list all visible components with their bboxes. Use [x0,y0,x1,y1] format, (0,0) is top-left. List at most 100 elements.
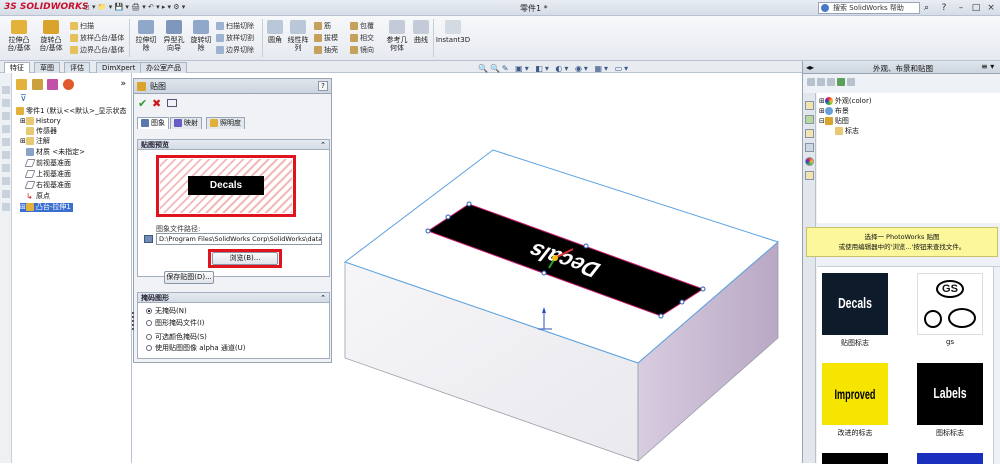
solidworks-logo[interactable]: 3S SOLIDWORKS [4,2,89,14]
plane-icon [24,170,36,178]
tree-item-sensors[interactable]: 传感器 [26,127,57,136]
sweep-cut-button[interactable]: 扫描切除 [216,20,254,32]
part-3d-view[interactable]: Decals [333,73,802,463]
instant3d-button[interactable]: Instant3D [434,20,472,44]
cancel-icon[interactable]: ✖ [152,97,161,110]
task-tab-view-palette[interactable] [805,143,814,152]
tab-dimxpert[interactable]: DimXpert [96,62,142,73]
maximize-button[interactable]: □ [970,2,982,14]
quick-access-toolbar[interactable]: ◻ ▾ 📁 ▾ 💾 ▾ 🖨 ▾ ↶ ▾ ▸ ▾ ⚙ ▾ [84,3,185,11]
decal-preview-text: Decals [188,176,264,195]
tile-gs[interactable]: GS [917,273,983,335]
tree-item-right-plane[interactable]: 右视基准面 [24,181,71,190]
feature-tree-icon[interactable] [16,79,27,90]
help-button[interactable]: ? [938,2,950,14]
tree-item-origin[interactable]: ↳ 原点 [26,192,50,201]
tree-item-material[interactable]: 材质 <未指定> [26,148,85,157]
tab-office-products[interactable]: 办公室产品 [140,62,187,73]
help-icon[interactable]: ? [318,81,328,91]
origin-icon: ↳ [26,192,33,201]
folder-icon [835,127,843,135]
hole-wizard-button[interactable]: 异型孔 向导 [160,20,188,52]
configuration-icon[interactable] [47,79,59,90]
close-button[interactable]: × [985,2,997,14]
decal-icon [137,82,146,91]
tile-labels[interactable]: Labels [917,363,983,425]
sweep-button[interactable]: 扫描 [70,20,124,32]
save-decal-button[interactable]: 保存贴图(D)... [164,271,214,284]
linear-pattern-button[interactable]: 线性阵 列 [286,20,310,52]
property-manager-icon[interactable] [31,79,43,90]
image-path-field[interactable]: D:\Program Files\SolidWorks Corp\SolidWo… [156,233,322,245]
extrude-cut-button[interactable]: 拉伸切 除 [132,20,160,52]
tab-evaluate[interactable]: 评估 [64,62,90,73]
tree-decals[interactable]: ⊟ 贴图 [819,117,849,126]
loft-cut-button[interactable]: 放样切割 [216,32,254,44]
gallery-scrollbar[interactable] [993,267,1000,464]
filter-icon[interactable]: ⊽ [20,94,27,104]
tree-item-history[interactable]: ⊞ History [20,117,61,126]
radio-color-mask[interactable]: 可选颜色掩码(S) [146,333,207,342]
ok-icon[interactable]: ✔ [138,97,147,110]
search-scope-icon[interactable] [821,4,829,12]
tab-illumination[interactable]: 照明度 [206,117,245,129]
heads-up-view-toolbar[interactable]: 🔍🔍✎ ▣▾ ◧▾ ◐▾ ◉▾ ▦▾ ▭▾ [478,64,630,73]
boundary-cut-button[interactable]: 边界切除 [216,44,254,56]
minimize-button[interactable]: – [955,2,967,14]
loft-boss-button[interactable]: 放样凸台/基体 [70,32,124,44]
task-tab-appearances[interactable] [805,157,814,166]
task-pane-toolbar[interactable] [807,77,997,87]
curves-button[interactable]: 曲线 [410,20,432,44]
task-tab-file-explorer[interactable] [805,129,814,138]
tree-item-boss-extrude[interactable]: ⊞ 凸台-拉伸1 [20,203,73,212]
tree-item-top-plane[interactable]: 上视基准面 [24,170,71,179]
wrap-button[interactable]: 包覆 [350,20,374,32]
shell-button[interactable]: 抽壳 [314,44,338,56]
intersect-button[interactable]: 相交 [350,32,374,44]
boundary-boss-button[interactable]: 边界凸台/基体 [70,44,124,56]
collapse-icon[interactable]: ⌃ [320,293,326,303]
search-input[interactable]: 搜索 SolidWorks 帮助 [818,2,920,14]
task-tab-custom-properties[interactable] [805,171,814,180]
tile-partial[interactable] [822,453,888,464]
tree-appearances[interactable]: ⊞ 外观(color) [819,97,872,106]
tree-scenes[interactable]: ⊞ 布景 [819,107,849,116]
back-icon[interactable]: ◂▸ [806,63,814,72]
close-pane-icon[interactable]: ≡ ▾ [981,62,994,71]
fillet-button[interactable]: 圆角 [264,20,286,44]
tree-item-front-plane[interactable]: 前视基准面 [24,159,71,168]
tab-mapping[interactable]: 映射 [170,117,202,129]
tile-decals[interactable]: Decals [822,273,888,335]
tree-root-part[interactable]: 零件1 (默认<<默认>_显示状态 [16,107,127,116]
radio-alpha-channel[interactable]: 使用贴图图像 alpha 通道(U) [146,344,245,353]
browse-button[interactable]: 浏览(B)... [212,252,278,265]
rib-button[interactable]: 筋 [314,20,338,32]
tab-sketch[interactable]: 草图 [34,62,60,73]
tab-image[interactable]: 图象 [137,117,169,129]
tree-logos[interactable]: 标志 [835,127,859,136]
graphics-area[interactable]: Decals [333,73,802,463]
collapse-icon[interactable]: ⌃ [320,140,326,150]
splitter-handle[interactable] [132,312,135,330]
task-tab-design-library[interactable] [805,115,814,124]
display-manager-icon[interactable] [62,79,74,90]
mirror-button[interactable]: 镜向 [350,44,374,56]
expand-icon[interactable]: » [120,79,126,89]
task-tab-resources[interactable] [805,101,814,110]
reference-geometry-button[interactable]: 参考几 何体 [384,20,410,52]
radio-no-mask[interactable]: 无掩码(N) [146,307,187,316]
draft-button[interactable]: 拔模 [314,32,338,44]
mask-group-header[interactable]: 掩码图形 ⌃ [137,292,330,303]
pushpin-icon[interactable] [167,99,177,107]
revolve-cut-button[interactable]: 旋转切 除 [188,20,214,52]
search-icon[interactable]: ⌕ [924,3,929,13]
tree-item-annotations[interactable]: ⊞ 注解 [20,137,50,146]
radio-image-mask-file[interactable]: 图形掩码文件(I) [146,319,205,328]
revolve-boss-button[interactable]: 旋转凸 台/基体 [36,20,66,52]
extrude-boss-button[interactable]: 拉伸凸 台/基体 [4,20,34,52]
preview-group-header[interactable]: 贴图预览 ⌃ [137,139,330,150]
tab-features[interactable]: 特征 [4,62,30,73]
gutter-tools[interactable] [2,86,10,226]
tile-partial[interactable] [917,453,983,464]
tile-improved[interactable]: Improved [822,363,888,425]
